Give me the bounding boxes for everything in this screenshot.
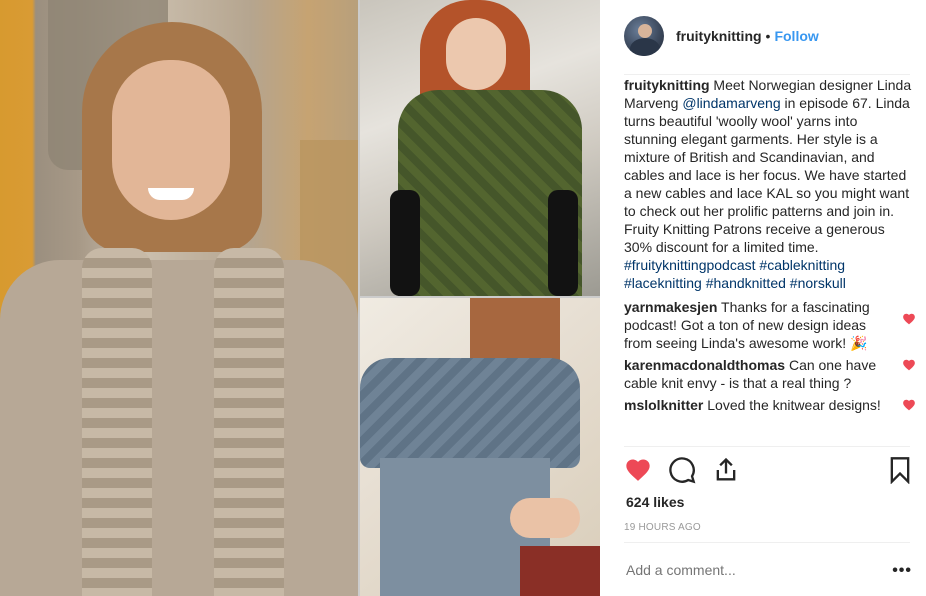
comment-list: yarnmakesjen Thanks for a fascinating po… [624, 298, 916, 418]
comment-like-heart-icon[interactable] [902, 312, 916, 326]
comment-item: yarnmakesjen Thanks for a fascinating po… [624, 298, 916, 352]
like-count[interactable]: 624 likes [626, 494, 684, 510]
comment-item: mslolknitter Loved the knitwear designs! [624, 396, 916, 414]
follow-button[interactable]: Follow [774, 28, 818, 44]
comment-username[interactable]: yarnmakesjen [624, 299, 717, 315]
caption-text-2: in episode 67. Linda turns beautiful 'wo… [624, 95, 910, 255]
action-bar [624, 456, 914, 486]
hashtag[interactable]: #cableknitting [759, 257, 845, 273]
hashtag[interactable]: #norskull [790, 275, 846, 291]
header-username[interactable]: fruityknitting [676, 28, 762, 44]
post-sidebar: fruityknitting • Follow fruityknitting M… [600, 0, 926, 596]
comment-icon[interactable] [668, 456, 696, 484]
header-divider [624, 74, 910, 75]
comment-like-heart-icon[interactable] [902, 358, 916, 372]
comment-input[interactable] [624, 558, 866, 582]
comment-divider [624, 542, 910, 543]
actions-divider [624, 446, 910, 447]
comment-like-heart-icon[interactable] [902, 398, 916, 412]
avatar[interactable] [624, 16, 664, 56]
post-media[interactable] [0, 0, 600, 596]
add-comment-box: ••• [624, 558, 914, 582]
photo-blue-lace-cowl [360, 298, 600, 596]
more-options-icon[interactable]: ••• [892, 562, 912, 580]
caption-mention[interactable]: @lindamarveng [682, 95, 780, 111]
photo-green-cable-vest [360, 0, 600, 296]
comment-item: karenmacdonaldthomas Can one have cable … [624, 356, 916, 392]
post-caption: fruityknitting Meet Norwegian designer L… [624, 76, 912, 292]
comment-text: Loved the knitwear designs! [703, 397, 881, 413]
comment-username[interactable]: mslolknitter [624, 397, 703, 413]
hashtag[interactable]: #fruityknittingpodcast [624, 257, 756, 273]
comment-username[interactable]: karenmacdonaldthomas [624, 357, 785, 373]
hashtag[interactable]: #laceknitting [624, 275, 702, 291]
post-timestamp: 19 HOURS AGO [624, 522, 701, 533]
post-header: fruityknitting • Follow [624, 16, 910, 56]
hashtag[interactable]: #handknitted [706, 275, 786, 291]
like-heart-icon[interactable] [624, 456, 652, 484]
caption-username[interactable]: fruityknitting [624, 77, 710, 93]
separator-dot: • [765, 28, 771, 44]
bookmark-icon[interactable] [886, 456, 914, 484]
share-icon[interactable] [712, 456, 740, 484]
photo-designer-portrait [0, 0, 358, 596]
